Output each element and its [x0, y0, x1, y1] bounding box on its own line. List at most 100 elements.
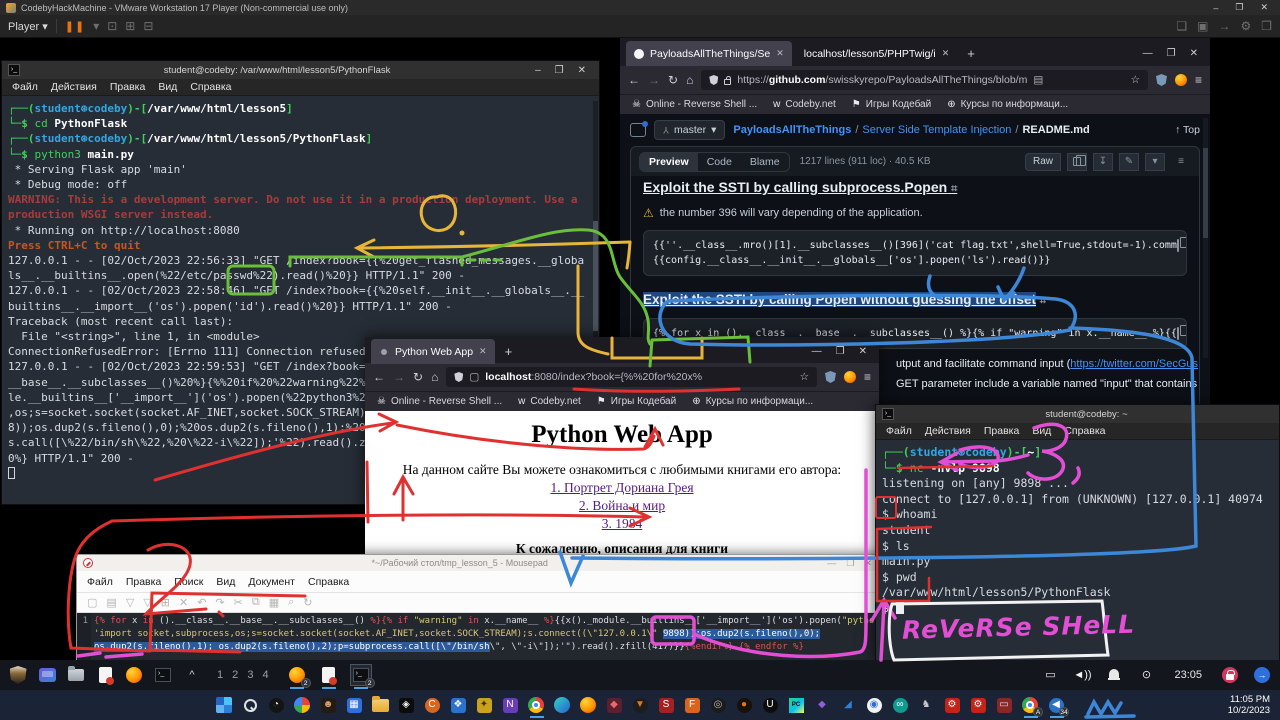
terminal2-titlebar[interactable]: ›_ student@codeby: ~ — [876, 405, 1279, 423]
menu-item[interactable]: Поиск — [174, 576, 203, 588]
book-link-1[interactable]: 1. Портрет Дориана Грея — [365, 480, 879, 496]
menu-item[interactable]: Вид — [216, 576, 235, 588]
notifications-bell-icon[interactable] — [1104, 665, 1124, 685]
terminal-running-icon[interactable]: ›_2 — [351, 665, 371, 685]
github-window-close[interactable]: ✕ — [1190, 48, 1198, 59]
blender-icon[interactable]: ● — [735, 696, 753, 714]
unreal-icon[interactable]: U — [761, 696, 779, 714]
color-wheel-app-icon[interactable] — [293, 696, 311, 714]
sidebar-toggle-icon[interactable] — [630, 123, 646, 137]
menu-item[interactable]: Файл — [12, 81, 38, 93]
f-app-icon[interactable]: F — [683, 696, 701, 714]
tab-close-icon[interactable]: ✕ — [942, 48, 950, 59]
menu-item[interactable]: Вид — [158, 81, 177, 93]
vscode-icon[interactable]: ◢ — [839, 696, 857, 714]
menu-item[interactable]: Документ — [248, 576, 295, 588]
terminal1-close-button[interactable]: ✕ — [571, 65, 593, 76]
home-icon[interactable]: ⌂ — [686, 73, 693, 87]
vmware-close-button[interactable]: ✕ — [1254, 2, 1274, 13]
breadcrumb-dir-link[interactable]: Server Side Template Injection — [862, 124, 1011, 136]
back-icon[interactable]: ← — [373, 370, 385, 384]
codeby-app-icon[interactable]: C — [423, 696, 441, 714]
menu-item[interactable]: ▽ — [143, 596, 151, 609]
mousepad-titlebar[interactable]: *~/Рабочий стол/tmp_lesson_5 - Mousepad … — [77, 555, 883, 571]
menu-item[interactable]: ↻ — [303, 596, 312, 609]
tab-python-web-app[interactable]: Python Web App✕ — [371, 339, 495, 364]
messenger-icon[interactable]: ◀34 — [1047, 696, 1065, 714]
menu-item[interactable]: Справка — [1064, 425, 1105, 437]
webapp-window-maximize[interactable]: ❐ — [836, 346, 845, 357]
menu-item[interactable]: Действия — [925, 425, 971, 437]
red-gear-icon-1[interactable]: ⚙ — [943, 696, 961, 714]
volume-icon[interactable]: ◄)) — [1072, 665, 1092, 685]
visual-studio-icon[interactable]: ◆ — [813, 696, 831, 714]
player-menu[interactable]: Player ▾ — [8, 20, 48, 33]
vmware-icon[interactable]: ❖ — [449, 696, 467, 714]
github-scrollbar[interactable] — [1203, 118, 1208, 358]
tab-code[interactable]: Code — [698, 153, 741, 171]
bookmark-igry-kodebay[interactable]: ⚑Игры Кодебай — [852, 99, 931, 110]
mousepad-minimize-button[interactable]: — — [822, 558, 841, 568]
breadcrumb-repo-link[interactable]: PayloadsAllTheThings — [733, 124, 851, 136]
menu-item[interactable]: ▢ — [87, 596, 97, 609]
branch-selector-button[interactable]: Ymaster ▾ — [654, 120, 725, 140]
book-link-2[interactable]: 2. Война и мир — [365, 498, 879, 514]
search-icon[interactable] — [241, 696, 259, 714]
terminal-window-listener[interactable]: ›_ student@codeby: ~ ФайлДействияПравкаВ… — [875, 404, 1280, 662]
mousepad-running-icon[interactable] — [319, 665, 339, 685]
menu-item[interactable]: ⌕ — [288, 596, 294, 609]
menu-item[interactable]: Правка — [984, 425, 1019, 437]
camtasia-icon[interactable]: ∞ — [891, 696, 909, 714]
workspace-switcher[interactable]: 1 2 3 4 — [217, 669, 272, 681]
calendar-icon[interactable]: ▦ — [345, 696, 363, 714]
github-url-bar[interactable]: https://github.com/swisskyrepo/PayloadsA… — [701, 70, 1148, 90]
back-icon[interactable]: ← — [628, 73, 640, 87]
mousepad-icon[interactable] — [95, 665, 115, 685]
vmware-maximize-button[interactable]: ❐ — [1229, 2, 1249, 13]
dragon-app-icon[interactable]: ♞ — [917, 696, 935, 714]
bookmark-kursy[interactable]: ⊕Курсы по информаци... — [947, 99, 1068, 110]
red-gear-icon-2[interactable]: ⚙ — [969, 696, 987, 714]
menu-item[interactable]: ↶ — [197, 596, 206, 609]
forward-icon[interactable]: → — [648, 73, 660, 87]
chrome-icon[interactable] — [527, 696, 545, 714]
remote-viewer-icon[interactable]: ▭ — [995, 696, 1013, 714]
twitter-link[interactable]: https://twitter.com/SecGus — [1070, 358, 1198, 370]
pause-vm-button[interactable]: ❚❚ — [65, 20, 85, 33]
bookmark-igry-kodebay[interactable]: ⚑Игры Кодебай — [597, 396, 676, 407]
menu-item[interactable]: Справка — [308, 576, 349, 588]
clock[interactable]: 23:05 — [1174, 669, 1202, 681]
menu-item[interactable]: ⧉ — [252, 596, 260, 609]
pause-dropdown-icon[interactable]: ▾ — [93, 19, 99, 33]
mousepad-maximize-button[interactable]: ❐ — [841, 558, 859, 569]
mousepad-toolbar[interactable]: ▢▤▽▽⊞✕↶↷✂⧉▦⌕↻ — [77, 593, 883, 613]
bookmark-codeby[interactable]: wCodeby.net — [518, 396, 581, 407]
assistant-app-icon[interactable]: ☻ — [319, 696, 337, 714]
host-clock[interactable]: 11:05 PM 10/2/2023 — [1228, 690, 1270, 720]
power-manager-icon[interactable]: ⊙ — [1136, 665, 1156, 685]
menu-item[interactable]: ✂ — [234, 596, 243, 609]
mousepad-window[interactable]: *~/Рабочий стол/tmp_lesson_5 - Mousepad … — [76, 554, 884, 662]
menu-item[interactable]: ▽ — [126, 596, 134, 609]
ssti-subprocess-heading[interactable]: Exploit the SSTI by calling subprocess.P… — [643, 178, 1187, 198]
copy-code-icon[interactable] — [1177, 238, 1179, 253]
terminal1-titlebar[interactable]: ›_ student@codeby: /var/www/html/lesson5… — [2, 61, 599, 79]
ssti-popen-heading[interactable]: Exploit the SSTI by calling Popen withou… — [643, 292, 1187, 308]
start-button[interactable] — [215, 696, 233, 714]
ublock-shield-icon[interactable] — [1156, 74, 1167, 86]
mousepad-menubar[interactable]: ФайлПравкаПоискВидДокументСправка — [77, 571, 883, 593]
bookmark-kursy[interactable]: ⊕Курсы по информаци... — [692, 396, 813, 407]
file-explorer-icon[interactable] — [371, 696, 389, 714]
firefox-running-icon[interactable]: 2 — [287, 665, 307, 685]
chrome-profile-icon[interactable]: A — [1021, 696, 1039, 714]
notes-app-icon[interactable]: ◈ — [397, 696, 415, 714]
code-block-subprocess[interactable]: {{''.__class__.mro()[1].__subclasses__()… — [643, 230, 1187, 276]
tracking-shield-icon[interactable] — [454, 372, 463, 382]
webapp-window-close[interactable]: ✕ — [859, 346, 867, 357]
firefox-icon[interactable] — [579, 696, 597, 714]
tab-payloadsallthethings[interactable]: PayloadsAllTheThings/Se✕ — [626, 41, 792, 66]
menu-item[interactable]: ↷ — [215, 596, 224, 609]
menu-hamburger-icon[interactable]: ≡ — [1195, 73, 1202, 87]
new-tab-button[interactable]: + — [499, 344, 519, 359]
reader-view-icon[interactable]: ▤ — [1033, 74, 1043, 86]
